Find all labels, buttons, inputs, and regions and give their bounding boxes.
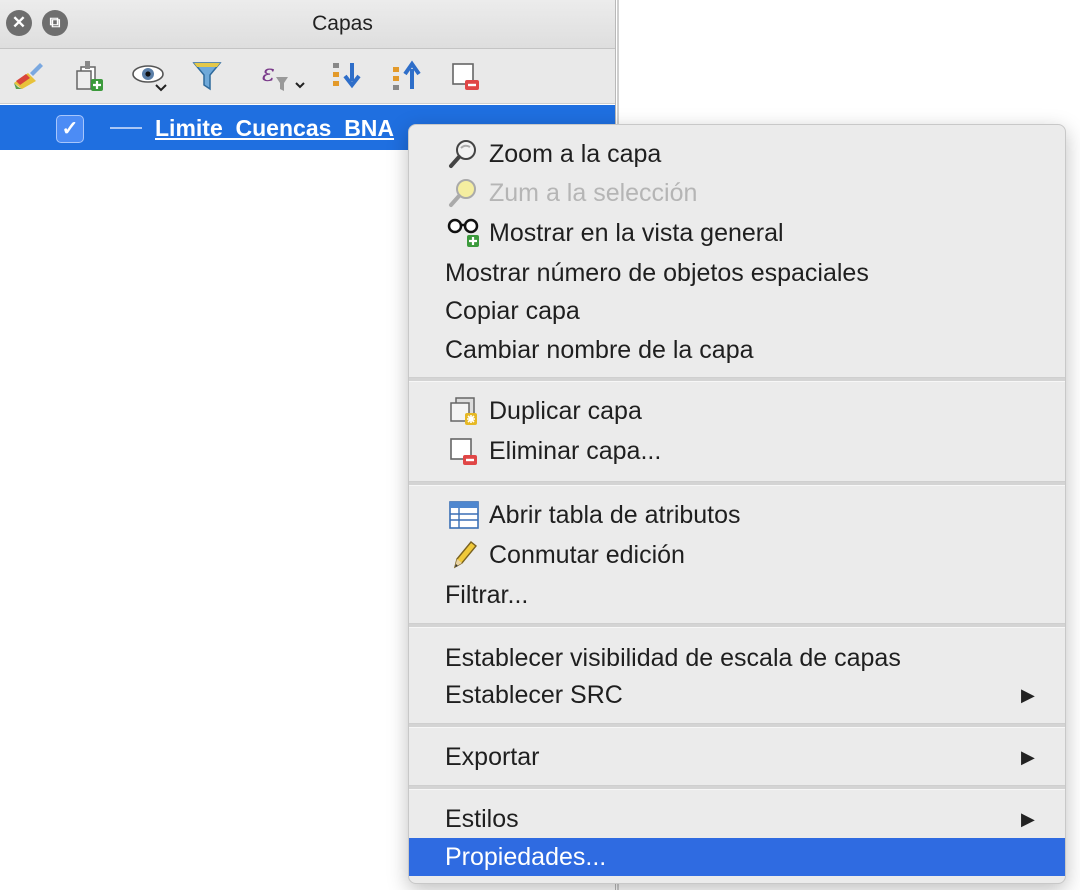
layers-toolbar: ε <box>0 49 615 104</box>
menu-item-export[interactable]: Exportar ▶ <box>409 738 1065 776</box>
menu-item-copy-layer[interactable]: Copiar capa <box>409 292 1065 330</box>
menu-item-properties[interactable]: Propiedades... <box>409 838 1065 876</box>
menu-item-rename-layer[interactable]: Cambiar nombre de la capa <box>409 331 1065 369</box>
line-symbol-icon <box>110 127 142 129</box>
menu-separator <box>409 481 1065 486</box>
menu-item-zoom-to-layer[interactable]: Zoom a la capa <box>409 135 1065 173</box>
svg-text:ε: ε <box>262 59 275 87</box>
layer-context-menu: Zoom a la capa Zum a la selección Mostra… <box>408 124 1066 884</box>
expand-all-icon[interactable] <box>330 59 366 93</box>
menu-separator <box>409 377 1065 382</box>
visibility-icon[interactable] <box>130 59 172 93</box>
menu-item-show-feature-count[interactable]: Mostrar número de objetos espaciales <box>409 254 1065 292</box>
style-manager-icon[interactable] <box>10 59 46 93</box>
menu-item-styles[interactable]: Estilos ▶ <box>409 800 1065 838</box>
menu-separator <box>409 723 1065 728</box>
zoom-to-selection-icon <box>447 177 481 209</box>
submenu-arrow-icon: ▶ <box>1021 685 1035 705</box>
menu-separator <box>409 623 1065 628</box>
collapse-all-icon[interactable] <box>390 59 426 93</box>
remove-layer-icon[interactable] <box>448 59 484 93</box>
panel-title: Capas <box>312 12 373 35</box>
menu-item-set-scale-visibility[interactable]: Establecer visibilidad de escala de capa… <box>409 639 1065 677</box>
menu-item-open-attribute-table[interactable]: Abrir tabla de atributos <box>409 496 1065 534</box>
menu-item-duplicate-layer[interactable]: Duplicar capa <box>409 392 1065 430</box>
menu-item-set-crs[interactable]: Establecer SRC ▶ <box>409 676 1065 714</box>
filter-legend-icon[interactable] <box>190 59 226 93</box>
submenu-arrow-icon: ▶ <box>1021 809 1035 829</box>
add-group-icon[interactable] <box>72 59 108 93</box>
menu-separator <box>409 785 1065 790</box>
layer-visibility-checkbox[interactable]: ✓ <box>56 115 84 143</box>
zoom-to-layer-icon <box>447 138 481 170</box>
layer-name: Limite_Cuencas_BNA <box>155 115 395 141</box>
attribute-table-icon <box>447 499 481 531</box>
pencil-icon <box>447 539 481 571</box>
menu-item-zoom-to-selection[interactable]: Zum a la selección <box>409 174 1065 212</box>
expression-filter-icon[interactable]: ε <box>260 59 308 93</box>
panel-titlebar: ✕ ⧉ Capas <box>0 0 615 49</box>
remove-layer-icon <box>447 435 481 467</box>
menu-item-show-in-overview[interactable]: Mostrar en la vista general <box>409 214 1065 252</box>
duplicate-layer-icon <box>447 395 481 427</box>
menu-item-remove-layer[interactable]: Eliminar capa... <box>409 432 1065 470</box>
overview-icon <box>447 217 481 249</box>
submenu-arrow-icon: ▶ <box>1021 747 1035 767</box>
menu-item-toggle-editing[interactable]: Conmutar edición <box>409 536 1065 574</box>
menu-item-filter[interactable]: Filtrar... <box>409 576 1065 614</box>
